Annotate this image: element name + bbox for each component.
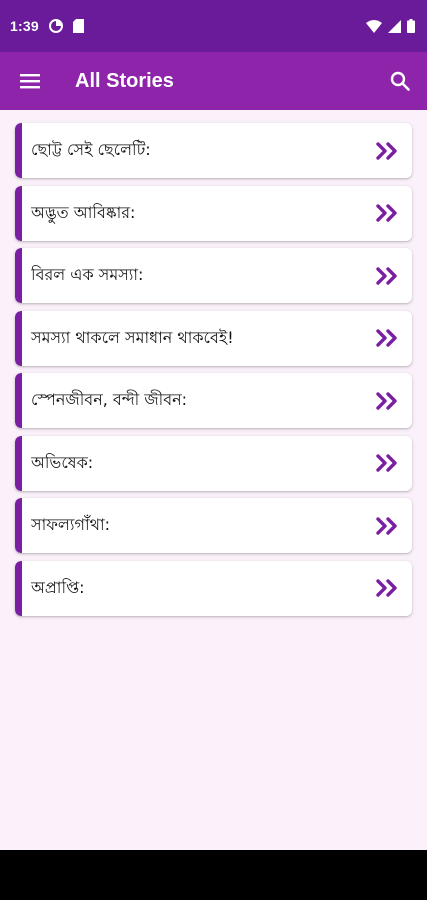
system-nav-bar xyxy=(0,850,427,900)
double-chevron-right-icon xyxy=(370,186,404,241)
double-chevron-right-icon xyxy=(370,123,404,178)
list-item[interactable]: অপ্রাপ্তি: xyxy=(15,560,412,616)
status-bar: 1:39 xyxy=(0,0,427,52)
double-chevron-right-icon xyxy=(370,248,404,303)
double-chevron-right-icon xyxy=(370,311,404,366)
accent-bar xyxy=(15,185,22,241)
accent-bar xyxy=(15,435,22,491)
accent-bar xyxy=(15,310,22,366)
story-title: অভিষেক: xyxy=(31,452,94,472)
story-title: বিরল এক সমস্যা: xyxy=(31,265,144,284)
accent-bar xyxy=(15,560,22,616)
story-title: অদ্ভুত আবিষ্কার: xyxy=(31,202,136,222)
story-title: সাফল্যগাঁথা: xyxy=(31,515,110,534)
status-left: 1:39 xyxy=(10,18,84,34)
battery-icon xyxy=(407,19,415,33)
list-item[interactable]: সমস্যা থাকলে সমাধান থাকবেই! xyxy=(15,310,412,366)
story-list-container: ছোট্ট সেই ছেলেটি: অদ্ভুত আবিষ্কার: বিরল … xyxy=(0,110,427,850)
story-title: স্পেনজীবন, বন্দী জীবন: xyxy=(31,390,188,409)
story-title: অপ্রাপ্তি: xyxy=(31,577,85,597)
double-chevron-right-icon xyxy=(370,561,404,616)
cell-signal-icon xyxy=(388,19,401,33)
accent-bar xyxy=(15,123,22,178)
status-time: 1:39 xyxy=(10,18,39,34)
search-icon[interactable] xyxy=(387,68,413,94)
page-title: All Stories xyxy=(75,69,174,92)
list-item[interactable]: অভিষেক: xyxy=(15,435,412,491)
story-title: ছোট্ট সেই ছেলেটি: xyxy=(31,140,151,159)
story-title: সমস্যা থাকলে সমাধান থাকবেই! xyxy=(31,327,234,347)
list-item[interactable]: অদ্ভুত আবিষ্কার: xyxy=(15,185,412,241)
list-item[interactable]: সাফল্যগাঁথা: xyxy=(15,498,412,553)
data-saver-icon xyxy=(48,19,63,33)
accent-bar xyxy=(15,248,22,303)
app-bar: All Stories xyxy=(0,52,427,110)
accent-bar xyxy=(15,498,22,553)
double-chevron-right-icon xyxy=(370,498,404,553)
wifi-icon xyxy=(366,19,382,33)
status-right xyxy=(366,19,415,33)
list-item[interactable]: ছোট্ট সেই ছেলেটি: xyxy=(15,123,412,178)
accent-bar xyxy=(15,373,22,428)
hamburger-menu-icon[interactable] xyxy=(18,69,42,93)
list-item[interactable]: স্পেনজীবন, বন্দী জীবন: xyxy=(15,373,412,428)
double-chevron-right-icon xyxy=(370,373,404,428)
story-list: ছোট্ট সেই ছেলেটি: অদ্ভুত আবিষ্কার: বিরল … xyxy=(0,123,427,616)
sd-card-icon xyxy=(72,19,84,33)
list-item[interactable]: বিরল এক সমস্যা: xyxy=(15,248,412,303)
double-chevron-right-icon xyxy=(370,436,404,491)
